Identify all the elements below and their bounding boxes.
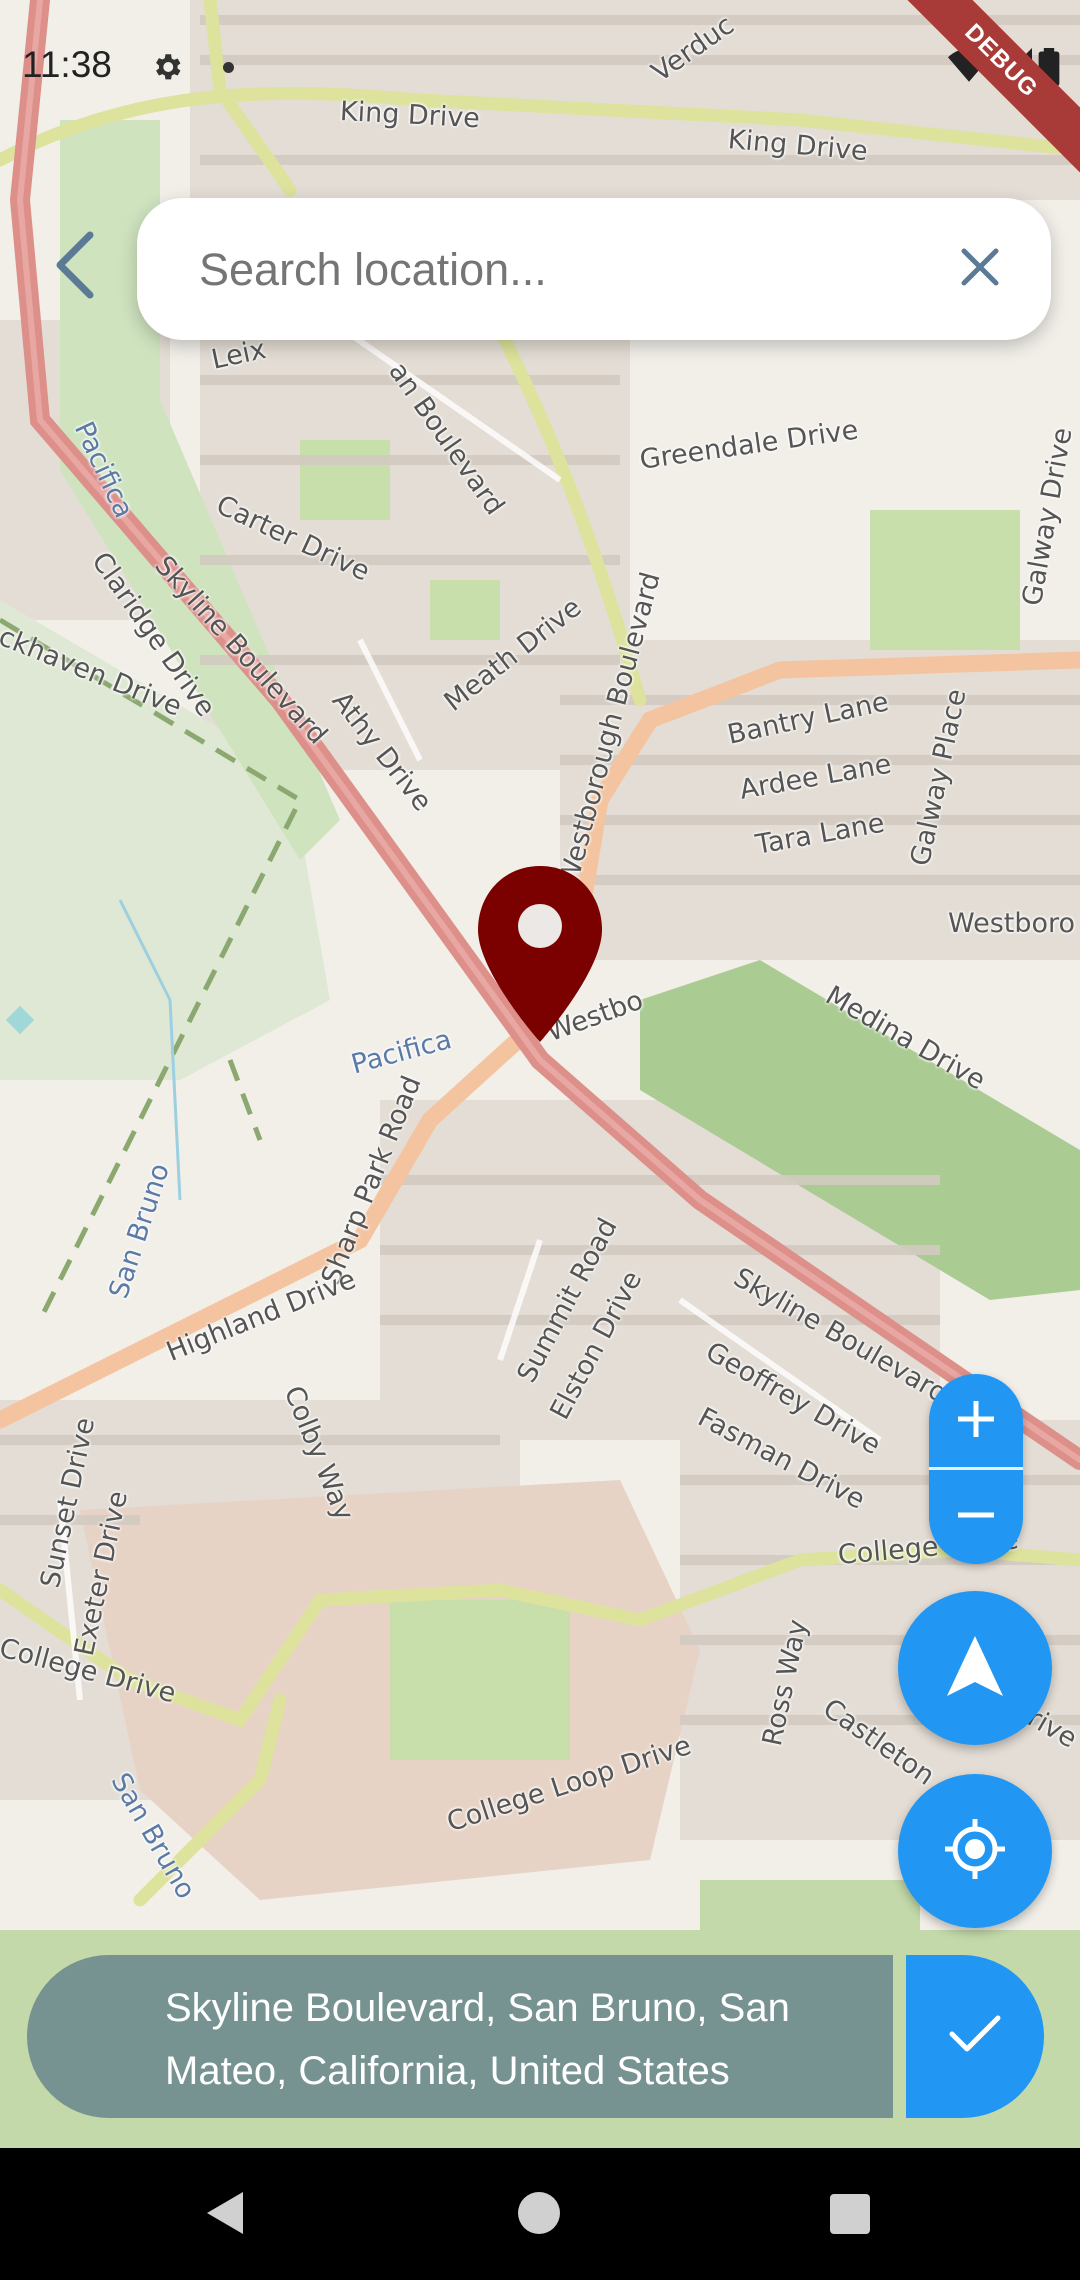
zoom-in-button[interactable] xyxy=(929,1374,1023,1468)
gear-icon xyxy=(150,50,184,89)
map-pin-icon xyxy=(474,862,606,1051)
map-label: Westboro xyxy=(948,908,1076,939)
notification-dot-icon xyxy=(223,62,234,73)
system-nav-bar xyxy=(0,2148,1080,2280)
check-icon xyxy=(949,2014,1001,2059)
plus-icon xyxy=(956,1399,996,1444)
back-button[interactable] xyxy=(40,222,110,312)
my-location-icon xyxy=(943,1817,1007,1886)
nav-back-icon[interactable] xyxy=(205,2190,245,2241)
zoom-control xyxy=(929,1374,1023,1564)
status-bar: 11:38 DEBUG xyxy=(0,0,1080,173)
chevron-left-icon xyxy=(52,231,98,304)
navigation-arrow-icon xyxy=(945,1634,1005,1703)
minus-icon xyxy=(956,1495,996,1540)
nav-home-icon[interactable] xyxy=(518,2192,560,2234)
close-icon xyxy=(960,247,1000,292)
compass-north-button[interactable] xyxy=(898,1591,1052,1745)
my-location-button[interactable] xyxy=(898,1774,1052,1928)
status-time: 11:38 xyxy=(22,44,112,85)
zoom-out-button[interactable] xyxy=(929,1470,1023,1564)
selected-address-text: Skyline Boulevard, San Bruno, San Mateo,… xyxy=(165,1986,790,2093)
clear-search-button[interactable] xyxy=(951,240,1009,298)
search-input[interactable] xyxy=(197,234,941,306)
nav-recents-icon[interactable] xyxy=(830,2194,870,2234)
search-bar xyxy=(137,198,1051,340)
selected-address-panel: Skyline Boulevard, San Bruno, San Mateo,… xyxy=(27,1955,893,2118)
